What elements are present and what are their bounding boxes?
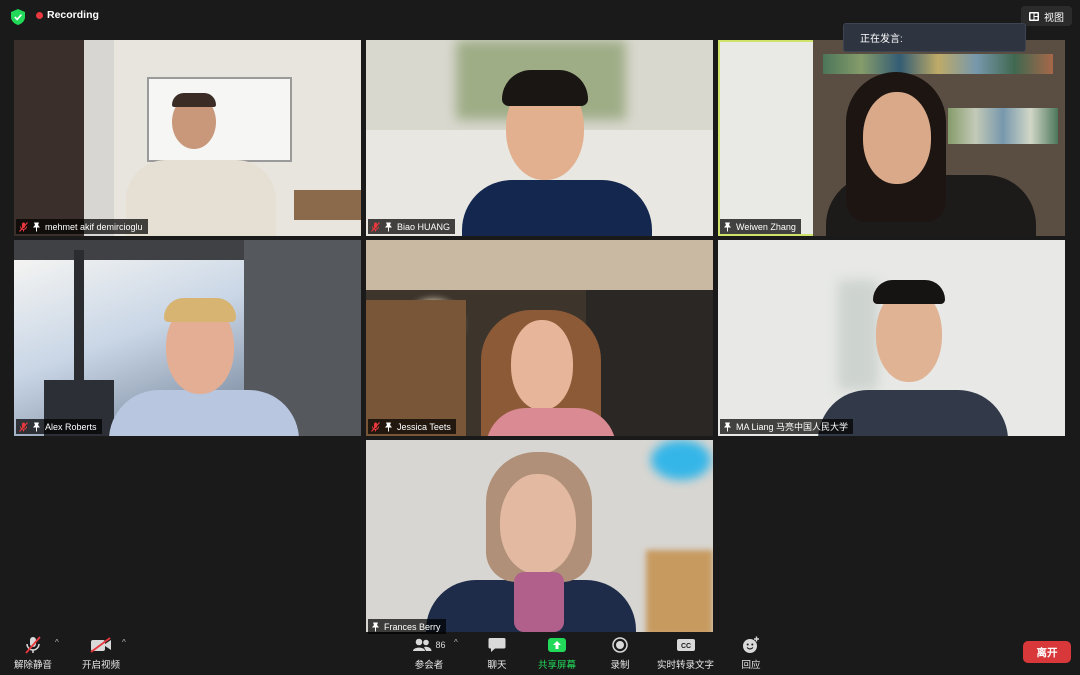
svg-text:CC: CC	[680, 643, 690, 650]
recording-dot-icon	[36, 11, 43, 19]
pin-icon	[724, 422, 731, 431]
chat-button[interactable]: 聊天	[486, 636, 508, 671]
audio-options-chevron-icon[interactable]: ^	[55, 638, 59, 647]
participant-name: MA Liang 马亮中国人民大学	[736, 422, 849, 432]
chat-label: 聊天	[487, 660, 507, 671]
share-screen-button[interactable]: 共享屏幕	[538, 636, 576, 671]
muted-mic-icon	[19, 221, 28, 232]
participant-nametag: Jessica Teets	[368, 419, 456, 434]
participant-name: Alex Roberts	[45, 421, 97, 432]
participant-nametag: Weiwen Zhang	[720, 219, 801, 234]
recording-indicator[interactable]: Recording	[36, 9, 99, 21]
pin-icon	[372, 622, 379, 631]
video-tile-mehmet[interactable]: mehmet akif demircioglu	[14, 40, 361, 236]
live-transcription-label: 实时转录文字	[657, 660, 715, 671]
video-tile-jessica[interactable]: Jessica Teets	[366, 240, 713, 436]
pin-icon	[385, 422, 392, 431]
participants-options-chevron-icon[interactable]: ^	[454, 638, 458, 647]
participant-nametag: Biao HUANG	[368, 219, 456, 234]
leave-label: 离开	[1036, 646, 1058, 659]
chat-bubble-icon	[486, 636, 508, 654]
start-video-button[interactable]: 开启视频	[82, 636, 120, 671]
participant-nametag: Frances Berry	[368, 619, 446, 634]
record-label: 录制	[610, 660, 630, 671]
video-tile-ma-liang[interactable]: MA Liang 马亮中国人民大学	[718, 240, 1065, 436]
pin-icon	[724, 222, 731, 231]
participant-nametag: Alex Roberts	[16, 419, 102, 434]
reactions-label: 回应	[741, 660, 761, 671]
participant-name: Weiwen Zhang	[736, 221, 796, 232]
closed-captions-icon: CC	[675, 636, 697, 654]
view-label: 视图	[1044, 12, 1064, 24]
participant-name: Biao HUANG	[397, 221, 451, 232]
muted-mic-icon	[371, 221, 380, 232]
recording-label: Recording	[47, 9, 99, 21]
participant-nametag: MA Liang 马亮中国人民大学	[720, 419, 854, 434]
start-video-label: 开启视频	[82, 660, 121, 671]
muted-mic-icon	[371, 421, 380, 432]
participant-name: Jessica Teets	[397, 421, 451, 432]
video-tile-alex[interactable]: Alex Roberts	[14, 240, 361, 436]
record-icon	[609, 636, 631, 654]
participants-label: 参会者	[414, 660, 444, 671]
pin-icon	[33, 222, 40, 231]
live-transcription-button[interactable]: CC 实时转录文字	[657, 636, 714, 671]
participants-count: 86	[435, 640, 446, 650]
participants-button[interactable]: 86 参会者	[407, 636, 451, 671]
video-options-chevron-icon[interactable]: ^	[122, 638, 126, 647]
leave-meeting-button[interactable]: 离开	[1023, 641, 1071, 663]
add-reaction-icon	[740, 636, 762, 654]
whiteboard	[147, 77, 292, 162]
pin-icon	[33, 422, 40, 431]
unmute-label: 解除静音	[14, 660, 53, 671]
video-off-icon	[90, 636, 112, 654]
share-screen-icon	[546, 636, 568, 654]
security-shield-icon[interactable]	[11, 9, 25, 25]
record-button[interactable]: 录制	[609, 636, 631, 671]
muted-mic-icon	[19, 421, 28, 432]
grid-view-icon	[1029, 11, 1039, 21]
video-tile-weiwen[interactable]: Weiwen Zhang	[718, 40, 1065, 236]
reactions-button[interactable]: 回应	[740, 636, 762, 671]
view-button[interactable]: 视图	[1021, 6, 1072, 26]
participant-name: mehmet akif demircioglu	[45, 221, 143, 232]
unmute-button[interactable]: 解除静音	[14, 636, 52, 671]
participant-name: Frances Berry	[384, 621, 441, 632]
video-tile-biao[interactable]: Biao HUANG	[366, 40, 713, 236]
active-speaker-panel: 正在发言:	[843, 23, 1026, 52]
pin-icon	[385, 222, 392, 231]
participants-icon: 86	[407, 636, 451, 654]
muted-microphone-icon	[22, 636, 44, 654]
meeting-toolbar: 解除静音 ^ 开启视频 ^ 86 参会者 ^ 聊天 共享屏幕 录制 CC 实时转…	[0, 632, 1080, 675]
share-screen-label: 共享屏幕	[538, 660, 577, 671]
participant-nametag: mehmet akif demircioglu	[16, 219, 148, 234]
video-tile-frances[interactable]: Frances Berry	[366, 440, 713, 636]
active-speaker-label: 正在发言:	[860, 34, 903, 45]
